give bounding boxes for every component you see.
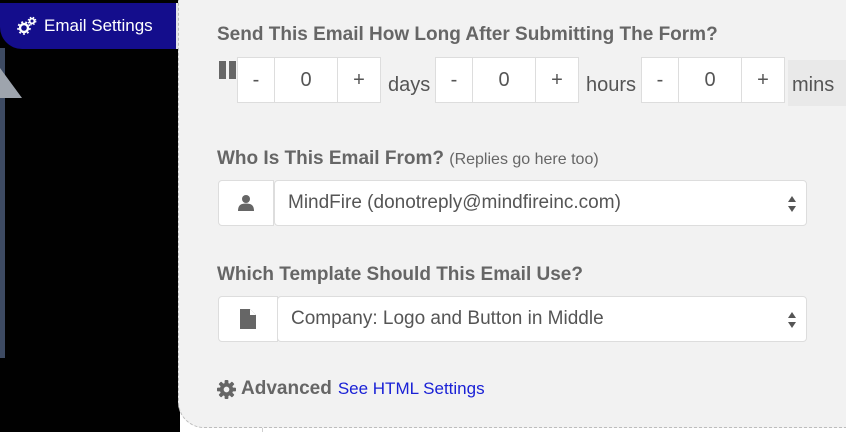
template-question: Which Template Should This Email Use? (217, 264, 583, 285)
gear-icon (217, 379, 236, 399)
file-icon (218, 296, 278, 342)
mins-stepper: - 0 + (641, 57, 785, 103)
email-settings-label: Email Settings (44, 16, 153, 35)
from-question: Who Is This Email From? (Replies go here… (217, 148, 599, 170)
pause-icon (219, 61, 237, 79)
hours-value[interactable]: 0 (473, 57, 535, 103)
see-html-settings-link[interactable]: See HTML Settings (338, 379, 485, 399)
days-value[interactable]: 0 (275, 57, 337, 103)
hours-plus-button[interactable]: + (535, 57, 579, 103)
email-settings-tab[interactable]: Email Settings (0, 3, 176, 49)
collapse-arrow-icon[interactable] (0, 68, 22, 102)
days-stepper: - 0 + (237, 57, 381, 103)
bottom-divider (262, 428, 263, 432)
advanced-section: Advanced See HTML Settings (217, 378, 485, 400)
cogs-icon (16, 15, 38, 37)
background-dark-area (0, 0, 180, 432)
select-arrows-icon (788, 312, 796, 328)
days-minus-button[interactable]: - (237, 57, 275, 103)
template-selected-value: Company: Logo and Button in Middle (291, 308, 604, 329)
days-unit-label: days (388, 74, 431, 96)
hours-minus-button[interactable]: - (435, 57, 473, 103)
delay-question: Send This Email How Long After Submittin… (217, 24, 718, 45)
mins-plus-button[interactable]: + (741, 57, 785, 103)
from-question-text: Who Is This Email From? (217, 148, 444, 169)
user-icon (218, 180, 274, 226)
mins-minus-button[interactable]: - (641, 57, 679, 103)
hours-stepper: - 0 + (435, 57, 579, 103)
days-plus-button[interactable]: + (337, 57, 381, 103)
mins-value[interactable]: 0 (679, 57, 741, 103)
hours-unit-label: hours (586, 74, 637, 96)
template-select[interactable]: Company: Logo and Button in Middle (277, 296, 807, 342)
select-arrows-icon (788, 196, 796, 212)
from-select[interactable]: MindFire (donotreply@mindfireinc.com) (274, 180, 807, 226)
advanced-label: Advanced (241, 378, 332, 399)
from-selected-value: MindFire (donotreply@mindfireinc.com) (288, 192, 621, 213)
from-question-subtext: (Replies go here too) (449, 151, 599, 168)
mins-unit-label: mins (792, 74, 835, 96)
